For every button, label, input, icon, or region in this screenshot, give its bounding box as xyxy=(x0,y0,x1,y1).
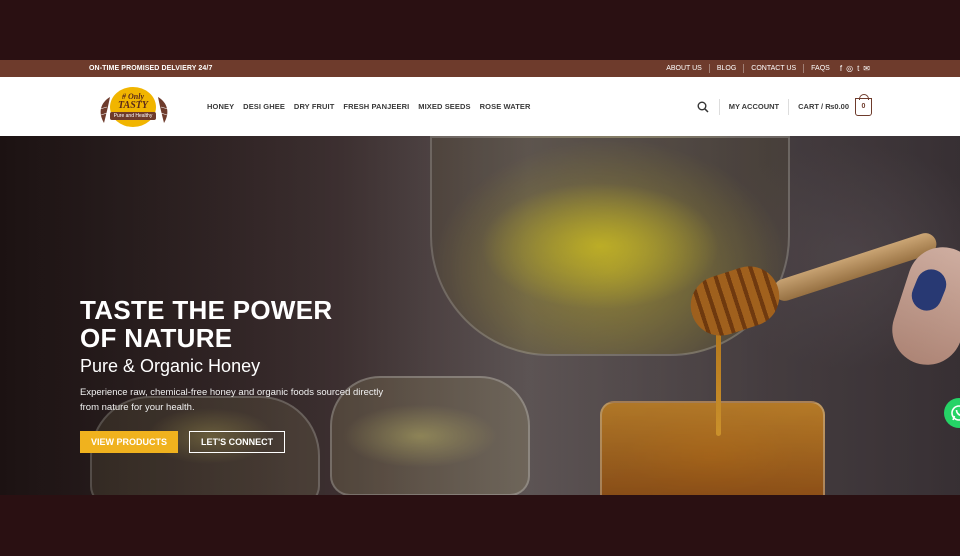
nav-item-mixed-seeds[interactable]: MIXED SEEDS xyxy=(418,102,470,111)
nav-item-honey[interactable]: HONEY xyxy=(207,102,234,111)
website-frame: ON-TIME PROMISED DELVIERY 24/7 ABOUT US … xyxy=(0,60,960,495)
whatsapp-icon xyxy=(951,405,960,421)
nav-item-rose-water[interactable]: ROSE WATER xyxy=(480,102,531,111)
social-icons: f ◎ t ✉ xyxy=(840,64,870,73)
top-link-contact-us[interactable]: CONTACT US xyxy=(744,64,805,73)
main-header: # Only TASTY Pure and Healthy HONEY DESI… xyxy=(0,77,960,136)
facebook-icon[interactable]: f xyxy=(840,64,842,73)
top-bar: ON-TIME PROMISED DELVIERY 24/7 ABOUT US … xyxy=(0,60,960,77)
leaf-right-icon xyxy=(158,96,169,123)
hero-content: TASTE THE POWER OF NATURE Pure & Organic… xyxy=(80,296,420,453)
logo-ribbon: Pure and Healthy xyxy=(109,112,157,120)
hero-title-line2: OF NATURE xyxy=(80,323,233,353)
top-link-about-us[interactable]: ABOUT US xyxy=(659,64,710,73)
hero-buttons: VIEW PRODUCTS LET'S CONNECT xyxy=(80,431,420,453)
promo-text: ON-TIME PROMISED DELVIERY 24/7 xyxy=(89,65,213,72)
nav-item-dry-fruit[interactable]: DRY FRUIT xyxy=(294,102,334,111)
site-logo[interactable]: # Only TASTY Pure and Healthy xyxy=(98,83,170,131)
lets-connect-button[interactable]: LET'S CONNECT xyxy=(189,431,286,453)
hero-subtitle: Pure & Organic Honey xyxy=(80,356,261,376)
top-links: ABOUT US BLOG CONTACT US FAQS f ◎ t ✉ xyxy=(659,64,870,73)
search-icon[interactable] xyxy=(697,101,709,113)
hero-title-line1: TASTE THE POWER xyxy=(80,295,333,325)
logo-badge: # Only TASTY Pure and Healthy xyxy=(109,86,157,127)
cart-count-badge[interactable]: 0 xyxy=(855,93,872,116)
hero-description: Experience raw, chemical-free honey and … xyxy=(80,387,384,413)
header-actions: MY ACCOUNT CART / ₨0.00 0 xyxy=(697,93,872,116)
cart-link[interactable]: CART / ₨0.00 xyxy=(789,102,849,111)
top-link-blog[interactable]: BLOG xyxy=(710,64,745,73)
view-products-button[interactable]: VIEW PRODUCTS xyxy=(80,431,179,453)
twitter-icon[interactable]: t xyxy=(857,64,859,73)
hero-banner: TASTE THE POWER OF NATURE Pure & Organic… xyxy=(0,136,960,495)
my-account-link[interactable]: MY ACCOUNT xyxy=(720,102,788,111)
email-icon[interactable]: ✉ xyxy=(863,64,870,73)
instagram-icon[interactable]: ◎ xyxy=(846,64,853,73)
top-link-faqs[interactable]: FAQS xyxy=(804,64,837,73)
main-nav: HONEY DESI GHEE DRY FRUIT FRESH PANJEERI… xyxy=(207,102,531,111)
nav-item-desi-ghee[interactable]: DESI GHEE xyxy=(243,102,285,111)
logo-line2: TASTY xyxy=(117,100,148,111)
nav-item-fresh-panjeeri[interactable]: FRESH PANJEERI xyxy=(343,102,409,111)
